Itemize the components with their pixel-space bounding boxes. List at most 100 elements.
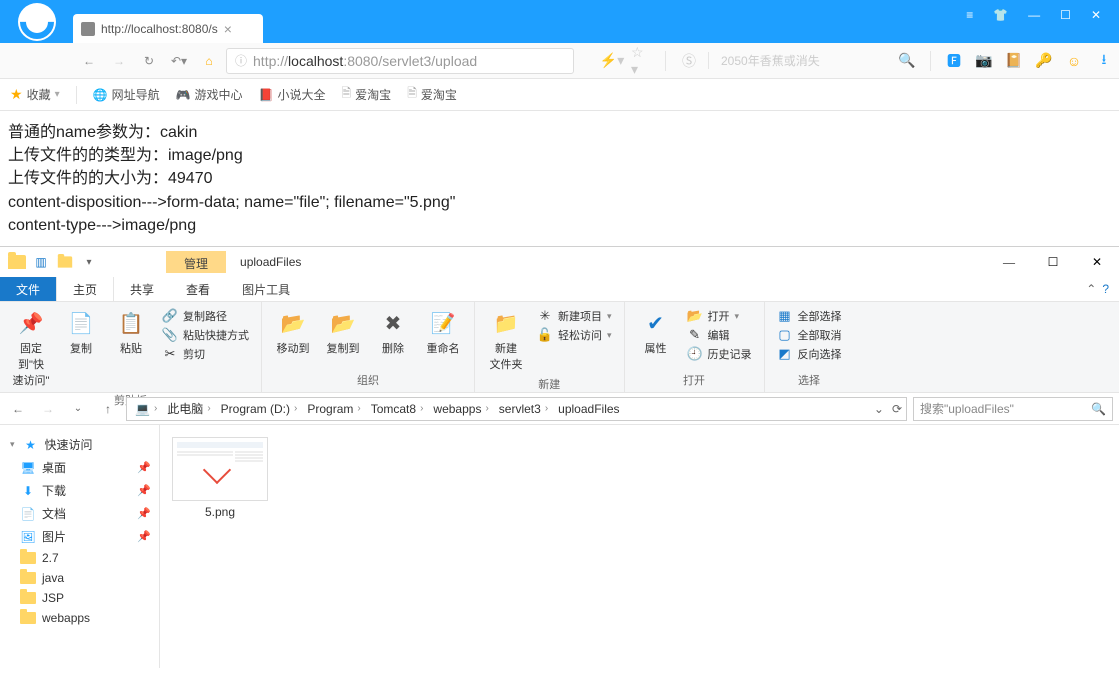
new-item-button[interactable]: ✳新建项目 ▾ [537,308,612,324]
home-button[interactable]: ⌂ [196,48,222,74]
breadcrumb-item[interactable]: uploadFiles [554,402,623,416]
search-icon[interactable]: 🔍 [1091,402,1106,416]
tab-home[interactable]: 主页 [56,277,114,301]
minimize-icon[interactable]: — [1028,8,1040,22]
file-item[interactable]: 5.png [172,437,268,519]
explorer-recent-button[interactable]: ⌄ [66,397,90,421]
search-icon[interactable]: 🔍 [896,50,918,72]
breadcrumb-item[interactable]: Program› [303,402,364,416]
favorites-button[interactable]: ★收藏▾ [10,86,60,103]
copy-path-button[interactable]: 🔗复制路径 [162,308,249,324]
breadcrumb-item[interactable]: Program (D:)› [217,402,302,416]
download-icon[interactable]: ⭳ [1093,50,1115,72]
moveto-icon: 📂 [278,308,308,338]
nav-downloads[interactable]: ⬇下载📌 [4,479,155,502]
copyto-icon: 📂 [328,308,358,338]
browser-tab[interactable]: http://localhost:8080/s × [73,14,263,43]
tab-share[interactable]: 共享 [114,277,170,301]
screenshot-icon[interactable]: 📷 [973,50,995,72]
qat-new-icon[interactable] [54,251,76,273]
file-explorer-window: ▥ ▾ 管理 uploadFiles — ☐ ✕ 文件 主页 共享 查看 图片工… [0,246,1119,668]
select-none-button[interactable]: ▢全部取消 [777,327,842,343]
nav-desktop[interactable]: 🖥桌面📌 [4,456,155,479]
site-info-icon[interactable]: ⓘ [235,52,247,69]
open-button[interactable]: 📂打开 ▾ [687,308,752,324]
rename-icon: 📝 [428,308,458,338]
explorer-close-icon[interactable]: ✕ [1075,248,1119,276]
close-icon[interactable]: ✕ [1091,8,1101,22]
qat-props-icon[interactable]: ▥ [30,251,52,273]
key-icon[interactable]: 🔑 [1033,50,1055,72]
result-line-size: 上传文件的的大小为：49470 [8,167,1111,190]
nav-quick-access[interactable]: ★快速访问 [4,433,155,456]
explorer-maximize-icon[interactable]: ☐ [1031,248,1075,276]
restore-button[interactable]: ↶▾ [166,48,192,74]
nav-folder-java[interactable]: java [4,568,155,588]
speed-icon[interactable]: ⚡▾ [601,50,623,72]
bookmark-novel[interactable]: 📕小说大全 [259,86,326,103]
nav-folder-27[interactable]: 2.7 [4,548,155,568]
file-list[interactable]: 5.png [160,425,1119,668]
explorer-search-box[interactable]: 搜索"uploadFiles" 🔍 [913,397,1113,421]
help-icon[interactable]: ? [1102,282,1109,296]
breadcrumb-item[interactable]: Tomcat8› [367,402,428,416]
paste-shortcut-button[interactable]: 📎粘贴快捷方式 [162,327,249,343]
menu-icon[interactable]: ≡ [966,8,973,22]
sogou-icon[interactable]: Ⓢ [678,50,700,72]
cut-button[interactable]: ✂剪切 [162,346,249,362]
group-open: 打开 [633,370,756,388]
bookmark-taobao2[interactable]: 🗎爱淘宝 [407,84,457,105]
bookmark-nav[interactable]: 🌐网址导航 [93,86,160,103]
explorer-up-button[interactable]: ↑ [96,397,120,421]
edit-button[interactable]: ✎编辑 [687,327,752,343]
tab-view[interactable]: 查看 [170,277,226,301]
collapse-ribbon-icon[interactable]: ⌃ [1086,282,1096,296]
translate-icon[interactable]: 🅵 [943,50,965,72]
nav-folder-webapps[interactable]: webapps [4,608,155,628]
pin-quickaccess-button[interactable]: 📌固定到"快 速访问" [8,306,54,390]
nav-documents[interactable]: 📄文档📌 [4,502,155,525]
address-bar[interactable]: ⓘ http://localhost:8080/servlet3/upload [226,48,574,74]
context-tab-manage[interactable]: 管理 [166,251,226,273]
bookmark-taobao1[interactable]: 🗎爱淘宝 [342,84,392,105]
properties-button[interactable]: ✔属性 [633,306,679,358]
breadcrumb-item[interactable]: servlet3› [495,402,552,416]
nav-pictures[interactable]: 🖼图片📌 [4,525,155,548]
note-icon[interactable]: 📔 [1003,50,1025,72]
breadcrumb-item[interactable]: 此电脑› [163,400,214,417]
maximize-icon[interactable]: ☐ [1060,8,1071,22]
browser-logo [0,0,73,43]
rename-button[interactable]: 📝重命名 [420,306,466,358]
face-icon[interactable]: ☺ [1063,50,1085,72]
breadcrumb[interactable]: 💻› 此电脑› Program (D:)› Program› Tomcat8› … [126,397,907,421]
qat-dropdown-icon[interactable]: ▾ [78,251,100,273]
paste-button[interactable]: 📋粘贴 [108,306,154,358]
new-folder-button[interactable]: 📁新建 文件夹 [483,306,529,374]
favorite-icon[interactable]: ☆ ▾ [631,50,653,72]
tab-picture-tools[interactable]: 图片工具 [226,277,306,301]
breadcrumb-dropdown-icon[interactable]: ⌄ [874,402,884,416]
explorer-titlebar: ▥ ▾ 管理 uploadFiles — ☐ ✕ [0,247,1119,277]
easy-access-button[interactable]: 🔓轻松访问 ▾ [537,327,612,343]
nav-folder-jsp[interactable]: JSP [4,588,155,608]
back-button[interactable]: ← [76,48,102,74]
explorer-back-button[interactable]: ← [6,397,30,421]
qat-folder-icon[interactable] [6,251,28,273]
skin-icon[interactable]: 👕 [993,8,1008,22]
search-box[interactable]: 2050年香蕉或消失 [708,52,888,69]
breadcrumb-item[interactable]: webapps› [429,402,492,416]
tab-file[interactable]: 文件 [0,277,56,301]
tab-close-icon[interactable]: × [224,21,232,37]
bookmark-game[interactable]: 🎮游戏中心 [176,86,243,103]
move-to-button[interactable]: 📂移动到 [270,306,316,358]
reload-button[interactable]: ↻ [136,48,162,74]
history-button[interactable]: 🕘历史记录 [687,346,752,362]
copy-to-button[interactable]: 📂复制到 [320,306,366,358]
refresh-icon[interactable]: ⟳ [892,402,902,416]
copy-button[interactable]: 📄复制 [58,306,104,358]
explorer-minimize-icon[interactable]: — [987,248,1031,276]
pin-icon: 📌 [16,308,46,338]
invert-selection-button[interactable]: ◩反向选择 [777,346,842,362]
delete-button[interactable]: ✖删除 [370,306,416,358]
select-all-button[interactable]: ▦全部选择 [777,308,842,324]
